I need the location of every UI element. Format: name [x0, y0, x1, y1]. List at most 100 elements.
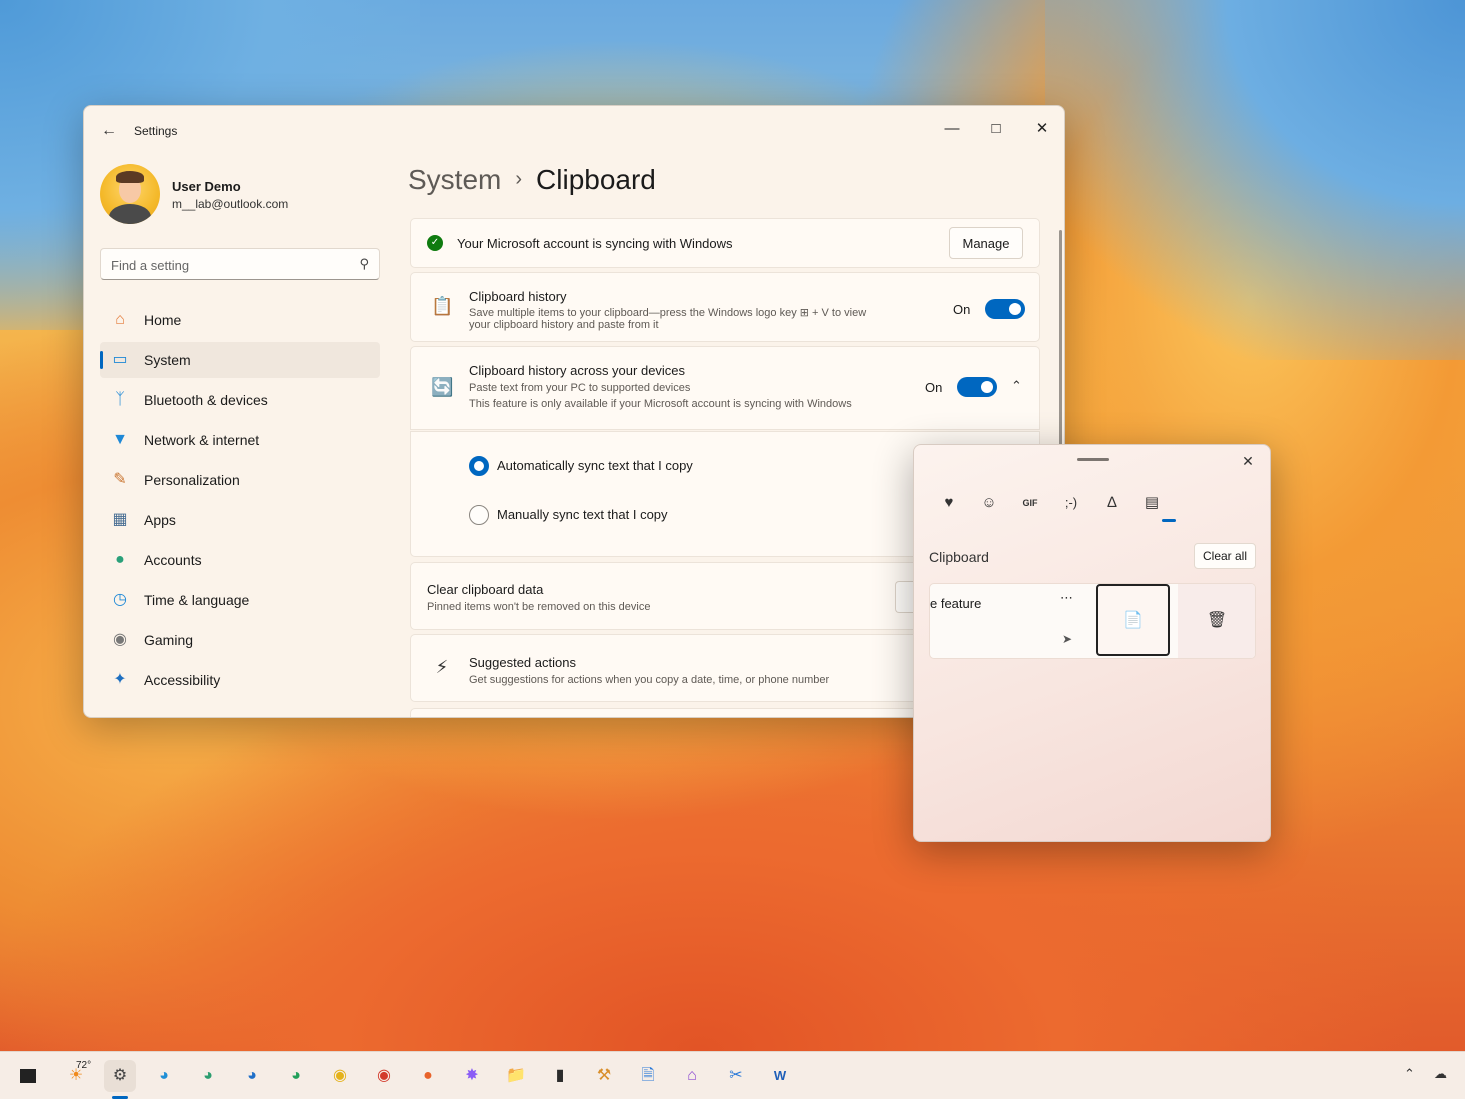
sidebar-item-network[interactable]: ▼ Network & internet [100, 422, 380, 458]
document-icon[interactable]: 🗎 [632, 1060, 664, 1092]
firefox-icon[interactable]: ● [412, 1060, 444, 1092]
file-explorer-icon[interactable]: 📁 [500, 1060, 532, 1092]
taskbar: ☀ 72° ⚙ ◕ ◕ ◕ ◕ ◉ ◉ ● ✸ 📁 ▮ ⚒ 🗎 ⌂ ✂ W ⌃ … [0, 1051, 1465, 1099]
clear-clipboard-title: Clear clipboard data [427, 582, 544, 597]
close-icon[interactable]: ✕ [1238, 451, 1258, 471]
sidebar-item-time-language[interactable]: ◷ Time & language [100, 582, 380, 618]
terminal-icon[interactable]: ▮ [544, 1060, 576, 1092]
copilot-icon[interactable]: ✸ [456, 1060, 488, 1092]
sidebar-item-label: Time & language [144, 592, 250, 608]
kaomoji-icon[interactable]: ;-) [1052, 489, 1090, 517]
title-bar[interactable]: ← Settings — □ ✕ [84, 106, 1064, 154]
sidebar-nav: ⌂ Home ▭ System ᛉ Bluetooth & devices ▼ … [100, 302, 380, 702]
user-profile[interactable]: User Demo m__lab@outlook.com [100, 164, 380, 228]
pin-icon[interactable]: ➤ [1062, 632, 1072, 646]
apps-icon: ▦ [112, 511, 128, 528]
minimize-icon[interactable]: — [932, 114, 972, 144]
edge-canary-icon[interactable]: ◕ [192, 1060, 224, 1092]
sidebar-item-personalization[interactable]: ✎ Personalization [100, 462, 380, 498]
lightning-icon: ⚡ [435, 657, 449, 677]
across-devices-state: On [925, 380, 943, 395]
chevron-right-icon: › [515, 168, 523, 190]
wallpaper-sky-right [1045, 0, 1465, 360]
across-devices-toggle[interactable] [957, 377, 997, 397]
maximize-icon[interactable]: □ [976, 114, 1016, 144]
clipboard-across-devices-card[interactable]: 🔄 Clipboard history across your devices … [410, 346, 1040, 430]
emoji-icon[interactable]: ☺ [970, 489, 1008, 517]
sidebar-item-bluetooth[interactable]: ᛉ Bluetooth & devices [100, 382, 380, 418]
delete-icon[interactable]: 🗑 [1178, 584, 1255, 658]
paste-as-text-icon[interactable]: 📄 [1096, 584, 1170, 656]
favorites-icon[interactable]: ♥ [930, 489, 968, 517]
snipping-tool-icon[interactable]: ✂ [720, 1060, 752, 1092]
drag-handle[interactable] [1077, 458, 1109, 461]
across-devices-desc-2: This feature is only available if your M… [469, 398, 852, 410]
breadcrumb-parent[interactable]: System [408, 164, 501, 195]
home-icon: ⌂ [115, 311, 125, 328]
globe-clock-icon: ◷ [113, 591, 127, 608]
edge-beta-icon[interactable]: ◕ [236, 1060, 268, 1092]
search-input[interactable] [111, 255, 341, 275]
sidebar-item-label: Accessibility [144, 672, 221, 688]
word-icon[interactable]: W [764, 1060, 796, 1092]
chrome-canary-icon[interactable]: ◉ [324, 1060, 356, 1092]
sidebar-item-accessibility[interactable]: ✦ Accessibility [100, 662, 380, 698]
suggested-actions-title: Suggested actions [469, 655, 576, 670]
settings-gear-icon[interactable]: ⚙ [104, 1060, 136, 1092]
back-arrow-icon[interactable]: ← [98, 120, 120, 142]
search-box[interactable]: ⚲ [100, 248, 380, 280]
sidebar-item-label: Apps [144, 512, 176, 528]
clipboard-icon: 📋 [431, 296, 454, 316]
radio-auto-sync-label: Automatically sync text that I copy [497, 458, 693, 473]
sidebar-item-label: Network & internet [144, 432, 260, 448]
sidebar-item-label: Bluetooth & devices [144, 392, 268, 408]
sidebar-item-label: Accounts [144, 552, 202, 568]
clipboard-item-text: e feature [930, 596, 982, 611]
system-icon: ▭ [112, 351, 128, 368]
close-icon[interactable]: ✕ [1022, 114, 1062, 144]
avatar [100, 164, 160, 224]
clipboard-flyout: ✕ ♥ ☺ GIF ;-) ∆ ▤ Clipboard Clear all e … [913, 444, 1271, 842]
accounts-icon: ● [115, 551, 125, 568]
tools-icon[interactable]: ⚒ [588, 1060, 620, 1092]
wifi-icon: ▼ [112, 431, 128, 448]
clear-button[interactable] [895, 581, 915, 613]
edge-icon[interactable]: ◕ [148, 1060, 180, 1092]
sidebar-item-accounts[interactable]: ● Accounts [100, 542, 380, 578]
edge-dev-icon[interactable]: ◕ [280, 1060, 312, 1092]
start-icon[interactable] [12, 1060, 44, 1092]
clipboard-icon[interactable]: ▤ [1133, 489, 1171, 517]
radio-button[interactable] [469, 505, 489, 525]
symbols-icon[interactable]: ∆ [1093, 489, 1131, 517]
clipboard-history-state: On [953, 302, 971, 317]
flyout-tabs: ♥ ☺ GIF ;-) ∆ ▤ [930, 489, 1230, 523]
clipboard-history-card: 📋 Clipboard history Save multiple items … [410, 272, 1040, 342]
clipboard-sync-icon: 🔄 [431, 377, 454, 397]
onedrive-icon[interactable]: ☁ [1434, 1066, 1447, 1082]
brush-icon: ✎ [113, 471, 127, 488]
clear-all-button[interactable]: Clear all [1194, 543, 1256, 569]
sidebar-item-gaming[interactable]: ◉ Gaming [100, 622, 380, 658]
more-options-icon[interactable]: ⋯ [1060, 590, 1074, 606]
gif-icon[interactable]: GIF [1011, 489, 1049, 517]
radio-button-checked[interactable] [469, 456, 489, 476]
show-hidden-icons-icon[interactable]: ⌃ [1404, 1066, 1415, 1082]
accessibility-icon: ✦ [113, 671, 127, 688]
sidebar-item-system[interactable]: ▭ System [100, 342, 380, 378]
app-title: Settings [134, 124, 178, 138]
clipboard-history-toggle[interactable] [985, 299, 1025, 319]
suggested-actions-desc: Get suggestions for actions when you cop… [469, 674, 830, 686]
manage-button[interactable]: Manage [949, 227, 1023, 259]
sidebar-item-label: System [144, 352, 191, 368]
sidebar-item-apps[interactable]: ▦ Apps [100, 502, 380, 538]
radio-manual-sync-label: Manually sync text that I copy [497, 507, 668, 522]
store-preview-icon[interactable]: ⌂ [676, 1060, 708, 1092]
breadcrumb-current: Clipboard [536, 164, 656, 195]
flyout-section-title: Clipboard [929, 549, 989, 565]
clipboard-item[interactable]: e feature ⋯ ➤ 📄 🗑 [929, 583, 1256, 659]
active-tab-indicator [1162, 519, 1176, 522]
weather-temp: 72° [76, 1060, 92, 1071]
chevron-up-icon[interactable]: ⌃ [1011, 378, 1022, 394]
chrome-icon[interactable]: ◉ [368, 1060, 400, 1092]
sidebar-item-home[interactable]: ⌂ Home [100, 302, 380, 338]
